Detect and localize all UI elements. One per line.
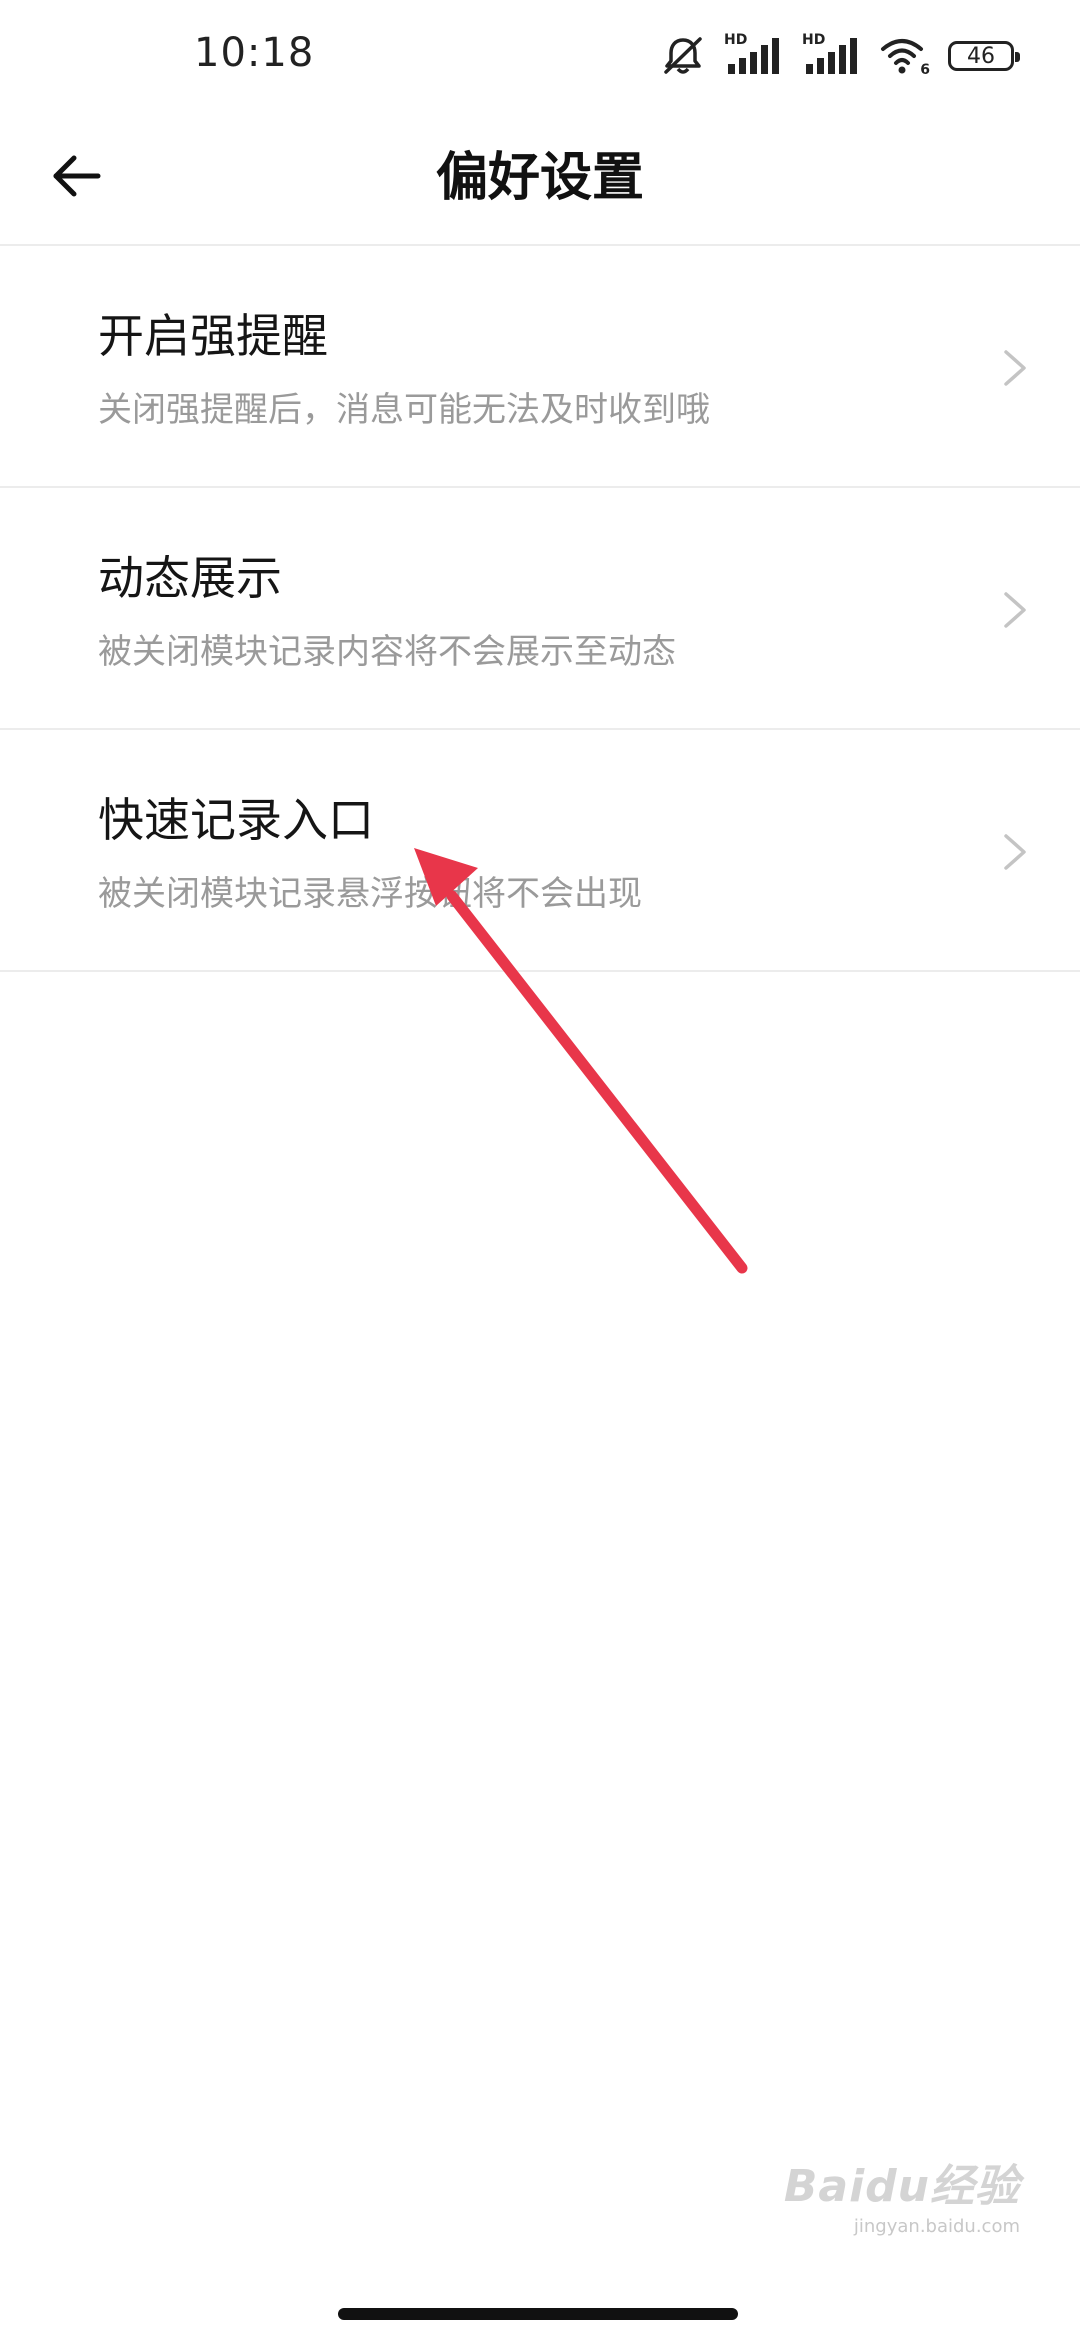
setting-item-strong-reminder[interactable]: 开启强提醒 关闭强提醒后，消息可能无法及时收到哦 (0, 246, 1080, 488)
setting-title: 快速记录入口 (98, 793, 374, 847)
status-bar: 10:18 HD HD 6 46 (0, 0, 1080, 120)
setting-item-quick-record-entry[interactable]: 快速记录入口 被关闭模块记录悬浮按钮将不会出现 (0, 730, 1080, 972)
settings-list: 开启强提醒 关闭强提醒后，消息可能无法及时收到哦 动态展示 被关闭模块记录内容将… (0, 246, 1080, 972)
chevron-right-icon (1004, 592, 1026, 628)
battery-icon: 46 (948, 41, 1020, 71)
hd-signal-icon: HD (802, 32, 862, 78)
setting-description: 被关闭模块记录内容将不会展示至动态 (98, 632, 676, 672)
header: 偏好设置 (0, 120, 1080, 246)
mute-icon (660, 36, 706, 76)
setting-item-feed-display[interactable]: 动态展示 被关闭模块记录内容将不会展示至动态 (0, 488, 1080, 730)
page-title: 偏好设置 (435, 148, 644, 208)
home-indicator[interactable] (338, 2308, 738, 2320)
status-time: 10:18 (194, 30, 315, 76)
wifi-icon: 6 (880, 36, 930, 78)
watermark-logo: Baidu经验 (783, 2161, 1020, 2212)
setting-description: 被关闭模块记录悬浮按钮将不会出现 (98, 874, 642, 914)
setting-title: 动态展示 (98, 551, 282, 605)
setting-title: 开启强提醒 (98, 309, 328, 363)
setting-description: 关闭强提醒后，消息可能无法及时收到哦 (98, 390, 710, 430)
status-icons: HD HD 6 46 (660, 32, 1020, 78)
baidu-watermark: Baidu经验 jingyan.baidu.com (784, 2150, 1020, 2237)
wifi-label: 6 (920, 62, 930, 78)
hd-signal-icon: HD (724, 32, 784, 78)
battery-level: 46 (967, 43, 995, 69)
chevron-right-icon (1004, 350, 1026, 386)
chevron-right-icon (1004, 834, 1026, 870)
watermark-url: jingyan.baidu.com (853, 2216, 1020, 2237)
